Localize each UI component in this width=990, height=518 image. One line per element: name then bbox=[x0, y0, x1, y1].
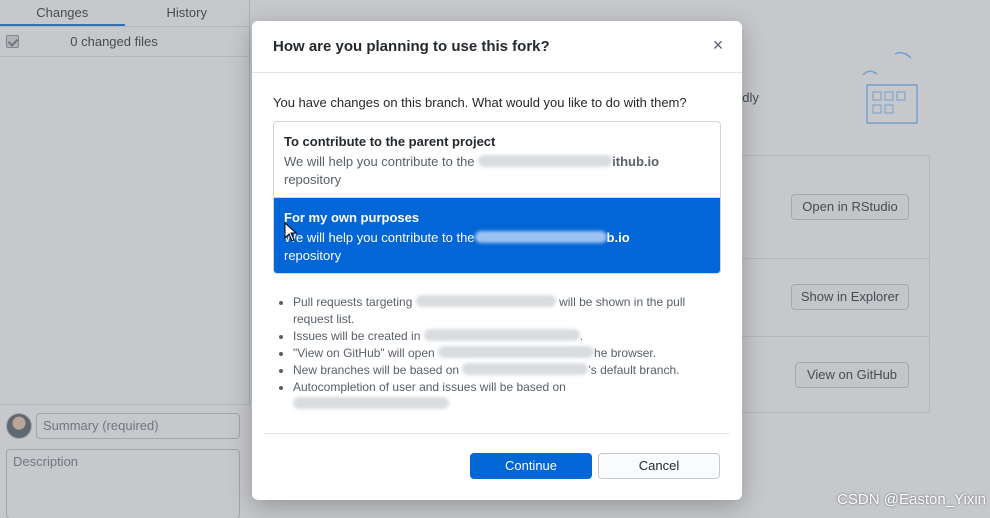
redacted-text bbox=[462, 363, 589, 375]
option-description: We will help you contribute to the b.io r… bbox=[284, 229, 710, 265]
redacted-text bbox=[438, 346, 595, 358]
dialog-question: You have changes on this branch. What wo… bbox=[273, 95, 687, 110]
dialog-title: How are you planning to use this fork? bbox=[273, 38, 550, 55]
redacted-text bbox=[478, 155, 613, 167]
redacted-text bbox=[293, 397, 449, 409]
fork-options-list: To contribute to the parent project We w… bbox=[273, 121, 721, 274]
option-desc-line2: repository bbox=[284, 248, 342, 263]
fork-behavior-list: Pull requests targeting will be shown in… bbox=[293, 294, 723, 413]
mouse-pointer-icon bbox=[284, 222, 298, 242]
option-own-purposes[interactable]: For my own purposes We will help you con… bbox=[274, 198, 720, 273]
continue-button[interactable]: Continue bbox=[470, 453, 592, 479]
dialog-header: How are you planning to use this fork? × bbox=[252, 21, 742, 73]
redacted-text bbox=[415, 295, 556, 307]
redacted-text bbox=[423, 329, 580, 341]
option-contribute-parent[interactable]: To contribute to the parent project We w… bbox=[274, 122, 720, 198]
dialog-footer-divider bbox=[264, 433, 730, 434]
option-desc-repo: b.io bbox=[606, 230, 630, 245]
list-item: "View on GitHub" will open he browser. bbox=[293, 345, 723, 362]
option-title: To contribute to the parent project bbox=[284, 134, 496, 149]
close-icon[interactable]: × bbox=[708, 35, 728, 55]
option-desc-text: We will help you contribute to the bbox=[284, 154, 479, 169]
option-desc-text: We will help you contribute to the bbox=[284, 230, 475, 245]
option-title: For my own purposes bbox=[284, 210, 420, 225]
list-item: Issues will be created in . bbox=[293, 328, 723, 345]
redacted-text bbox=[474, 231, 607, 243]
list-item: New branches will be based on 's default… bbox=[293, 362, 723, 379]
option-desc-repo: ithub.io bbox=[612, 154, 660, 169]
app-window: Changes History 0 changed files Summary … bbox=[0, 0, 990, 518]
option-description: We will help you contribute to the ithub… bbox=[284, 153, 710, 189]
fork-usage-dialog: How are you planning to use this fork? ×… bbox=[252, 21, 742, 500]
list-item: Autocompletion of user and issues will b… bbox=[293, 379, 723, 413]
list-item: Pull requests targeting will be shown in… bbox=[293, 294, 723, 328]
watermark: CSDN @Easton_Yixin bbox=[837, 491, 986, 508]
cancel-button[interactable]: Cancel bbox=[598, 453, 720, 479]
option-desc-line2: repository bbox=[284, 172, 342, 187]
